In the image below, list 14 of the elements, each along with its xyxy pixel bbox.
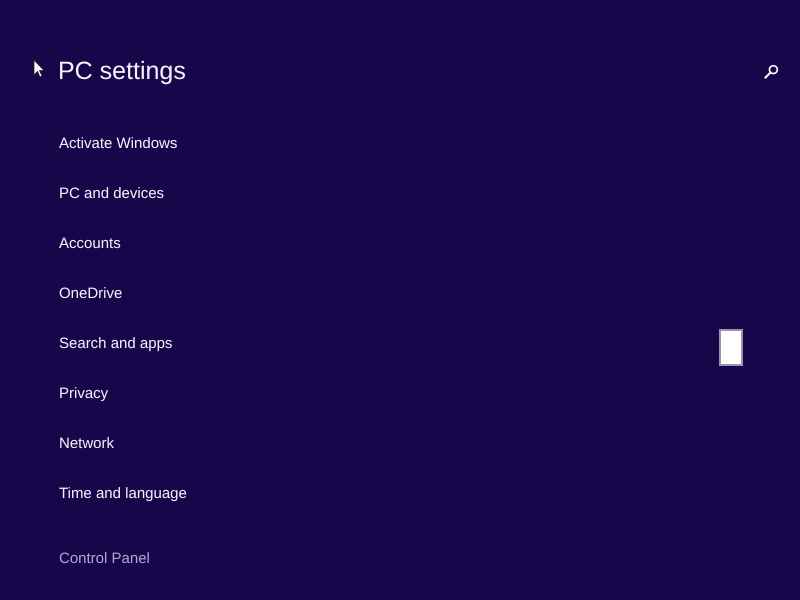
settings-category[interactable]: PC and devices bbox=[59, 184, 164, 204]
search-button[interactable] bbox=[762, 62, 780, 80]
settings-category[interactable]: Network bbox=[59, 434, 114, 454]
settings-category[interactable]: Activate Windows bbox=[59, 134, 178, 154]
settings-category[interactable]: Privacy bbox=[59, 384, 108, 404]
settings-category[interactable]: Time and language bbox=[59, 484, 187, 504]
settings-category[interactable]: Accounts bbox=[59, 234, 121, 254]
search-icon bbox=[764, 64, 778, 78]
control-panel-link[interactable]: Control Panel bbox=[59, 549, 150, 569]
settings-category[interactable]: Search and apps bbox=[59, 334, 172, 354]
mouse-pointer-icon bbox=[33, 59, 45, 78]
blank-rectangle bbox=[719, 329, 743, 366]
page-title: PC settings bbox=[58, 56, 186, 86]
settings-category[interactable]: OneDrive bbox=[59, 284, 122, 304]
